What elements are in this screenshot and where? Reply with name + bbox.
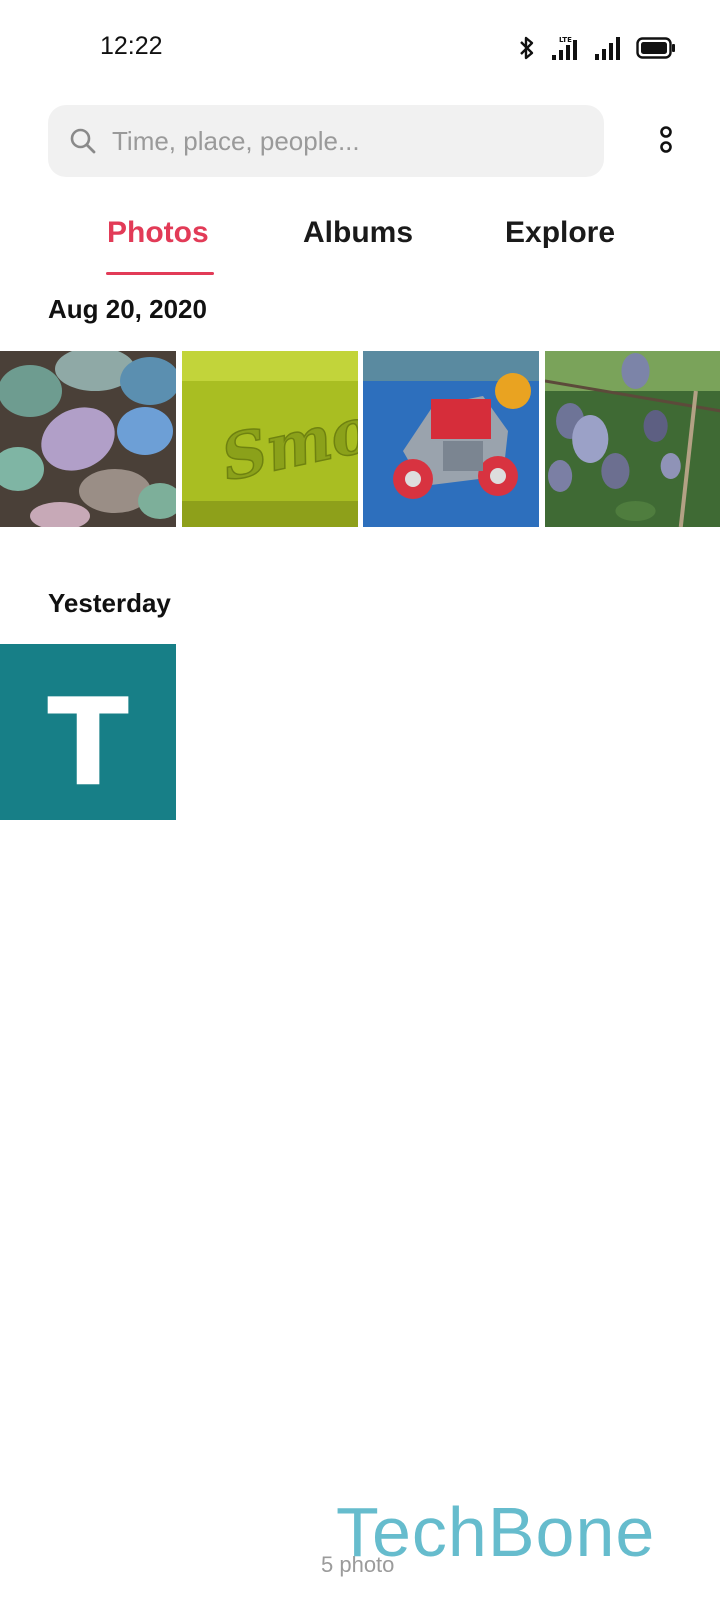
active-tab-indicator [106,272,214,275]
section-header-yesterday: Yesterday [48,588,171,618]
bluetooth-icon [518,35,536,61]
search-input[interactable] [112,125,582,157]
battery-icon [636,36,676,60]
tab-bar: Photos Albums Explore [0,208,720,280]
photo-thumbnail-toy-car[interactable] [363,351,539,527]
search-icon [68,126,98,156]
more-options-icon [658,125,674,160]
lte-label: LTE [559,36,572,44]
tab-albums[interactable]: Albums [303,216,413,250]
status-icons: LTE [518,34,676,62]
photo-thumbnail-chalk[interactable] [0,351,176,527]
t-logo-text: T [47,674,129,813]
tab-photos[interactable]: Photos [107,216,209,250]
watermark-text: TechBone [336,1493,656,1571]
search-bar[interactable] [48,105,604,177]
tab-explore[interactable]: Explore [505,216,615,250]
status-bar: 12:22 LTE [0,0,720,96]
cell-signal-icon [594,35,622,61]
lte-signal-icon: LTE [550,35,580,61]
photo-thumbnail-smoby[interactable]: Smoby [182,351,358,527]
photo-thumbnail-plums[interactable] [545,351,720,527]
section-header-aug-20: Aug 20, 2020 [48,294,207,324]
more-options-button[interactable] [648,120,684,164]
photo-thumbnail-t-logo[interactable]: T [0,644,176,820]
status-time: 12:22 [100,32,163,60]
